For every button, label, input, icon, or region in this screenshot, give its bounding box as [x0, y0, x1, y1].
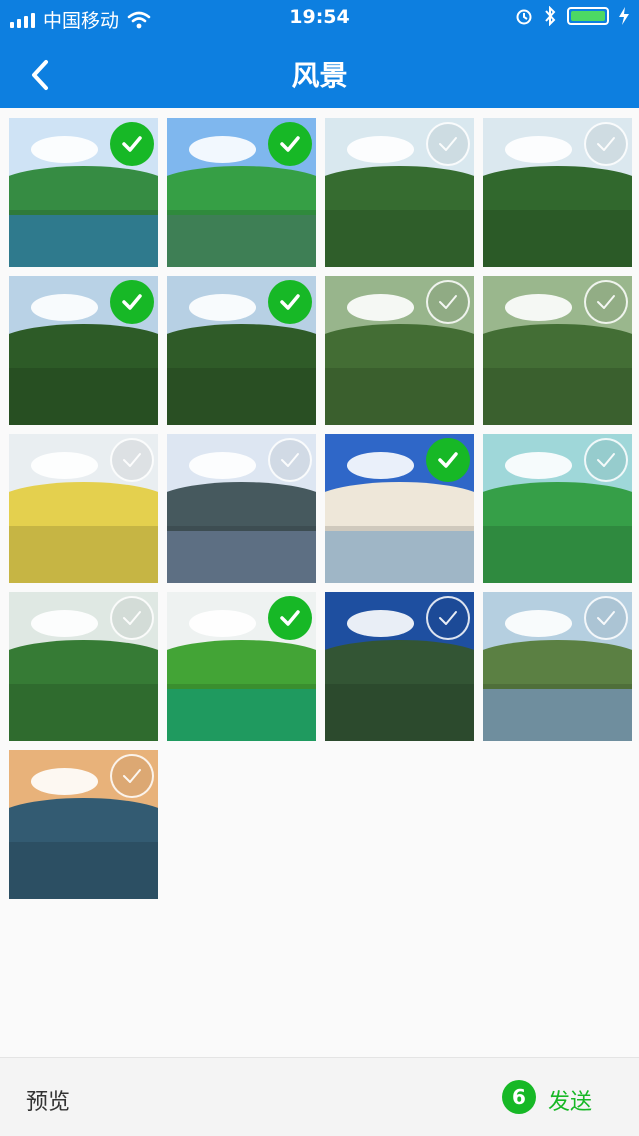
checkmark-unselected-icon[interactable]	[584, 438, 628, 482]
photo-thumbnail[interactable]	[9, 434, 158, 583]
checkmark-unselected-icon[interactable]	[426, 280, 470, 324]
photo-thumbnail[interactable]	[167, 276, 316, 425]
send-button[interactable]: 发送	[548, 1084, 592, 1116]
checkmark-selected-icon[interactable]	[268, 280, 312, 324]
alarm-icon	[516, 9, 532, 25]
checkmark-unselected-icon[interactable]	[584, 280, 628, 324]
photo-hill	[325, 323, 474, 369]
photo-thumbnail[interactable]	[325, 118, 474, 267]
photo-hill	[9, 639, 158, 685]
photo-hill	[9, 323, 158, 369]
photo-hill	[167, 165, 316, 211]
battery-icon	[567, 7, 609, 25]
photo-hill	[483, 165, 632, 211]
photo-hill	[325, 481, 474, 527]
photo-cloud	[347, 451, 415, 479]
preview-button[interactable]: 预览	[26, 1084, 70, 1116]
photo-hill	[167, 323, 316, 369]
photo-hill	[325, 639, 474, 685]
photo-cloud	[189, 451, 257, 479]
photo-thumbnail[interactable]	[483, 276, 632, 425]
photo-water	[167, 214, 316, 267]
photo-cloud	[505, 609, 573, 637]
photo-cloud	[31, 767, 99, 795]
photo-thumbnail[interactable]	[325, 276, 474, 425]
photo-cloud	[189, 609, 257, 637]
top-bar: 中国移动 19:54 风景	[0, 0, 639, 108]
photo-cloud	[31, 293, 99, 321]
checkmark-unselected-icon[interactable]	[426, 122, 470, 166]
checkmark-unselected-icon[interactable]	[110, 438, 154, 482]
status-bar: 中国移动 19:54	[0, 0, 639, 36]
photo-water	[167, 688, 316, 741]
photo-thumbnail[interactable]	[9, 592, 158, 741]
checkmark-unselected-icon[interactable]	[584, 596, 628, 640]
photo-hill	[167, 481, 316, 527]
photo-water	[9, 214, 158, 267]
photo-thumbnail[interactable]	[483, 592, 632, 741]
photo-thumbnail[interactable]	[325, 592, 474, 741]
photo-hill	[483, 481, 632, 527]
photo-thumbnail[interactable]	[167, 592, 316, 741]
photo-cloud	[347, 293, 415, 321]
bottom-toolbar: 预览 6 发送	[0, 1057, 639, 1136]
photo-water	[167, 530, 316, 583]
checkmark-selected-icon[interactable]	[110, 122, 154, 166]
photo-thumbnail[interactable]	[483, 118, 632, 267]
photo-thumbnail[interactable]	[167, 118, 316, 267]
photo-hill	[9, 481, 158, 527]
photo-cloud	[31, 609, 99, 637]
checkmark-selected-icon[interactable]	[110, 280, 154, 324]
checkmark-selected-icon[interactable]	[268, 596, 312, 640]
photo-hill	[325, 165, 474, 211]
checkmark-selected-icon[interactable]	[268, 122, 312, 166]
photo-cloud	[31, 451, 99, 479]
battery-fill	[571, 11, 605, 21]
photo-thumbnail[interactable]	[9, 276, 158, 425]
photo-hill	[483, 639, 632, 685]
checkmark-unselected-icon[interactable]	[268, 438, 312, 482]
photo-thumbnail[interactable]	[325, 434, 474, 583]
checkmark-unselected-icon[interactable]	[584, 122, 628, 166]
checkmark-selected-icon[interactable]	[426, 438, 470, 482]
photo-cloud	[505, 135, 573, 163]
photo-cloud	[189, 293, 257, 321]
photo-thumbnail[interactable]	[9, 750, 158, 899]
photo-hill	[483, 323, 632, 369]
photo-hill	[9, 165, 158, 211]
photo-cloud	[189, 135, 257, 163]
photo-cloud	[347, 135, 415, 163]
photo-hill	[9, 797, 158, 843]
status-right	[515, 6, 629, 26]
photo-water	[325, 530, 474, 583]
checkmark-unselected-icon[interactable]	[110, 596, 154, 640]
photo-thumbnail[interactable]	[167, 434, 316, 583]
charging-icon	[619, 7, 629, 25]
photo-thumbnail[interactable]	[9, 118, 158, 267]
photo-cloud	[347, 609, 415, 637]
page-title: 风景	[291, 59, 348, 92]
photo-cloud	[505, 451, 573, 479]
photo-thumbnail[interactable]	[483, 434, 632, 583]
checkmark-unselected-icon[interactable]	[426, 596, 470, 640]
photo-hill	[167, 639, 316, 685]
selected-count-badge: 6	[502, 1080, 536, 1114]
checkmark-unselected-icon[interactable]	[110, 754, 154, 798]
bluetooth-icon	[545, 6, 556, 26]
photo-water	[483, 688, 632, 741]
photo-cloud	[505, 293, 573, 321]
photo-cloud	[31, 135, 99, 163]
